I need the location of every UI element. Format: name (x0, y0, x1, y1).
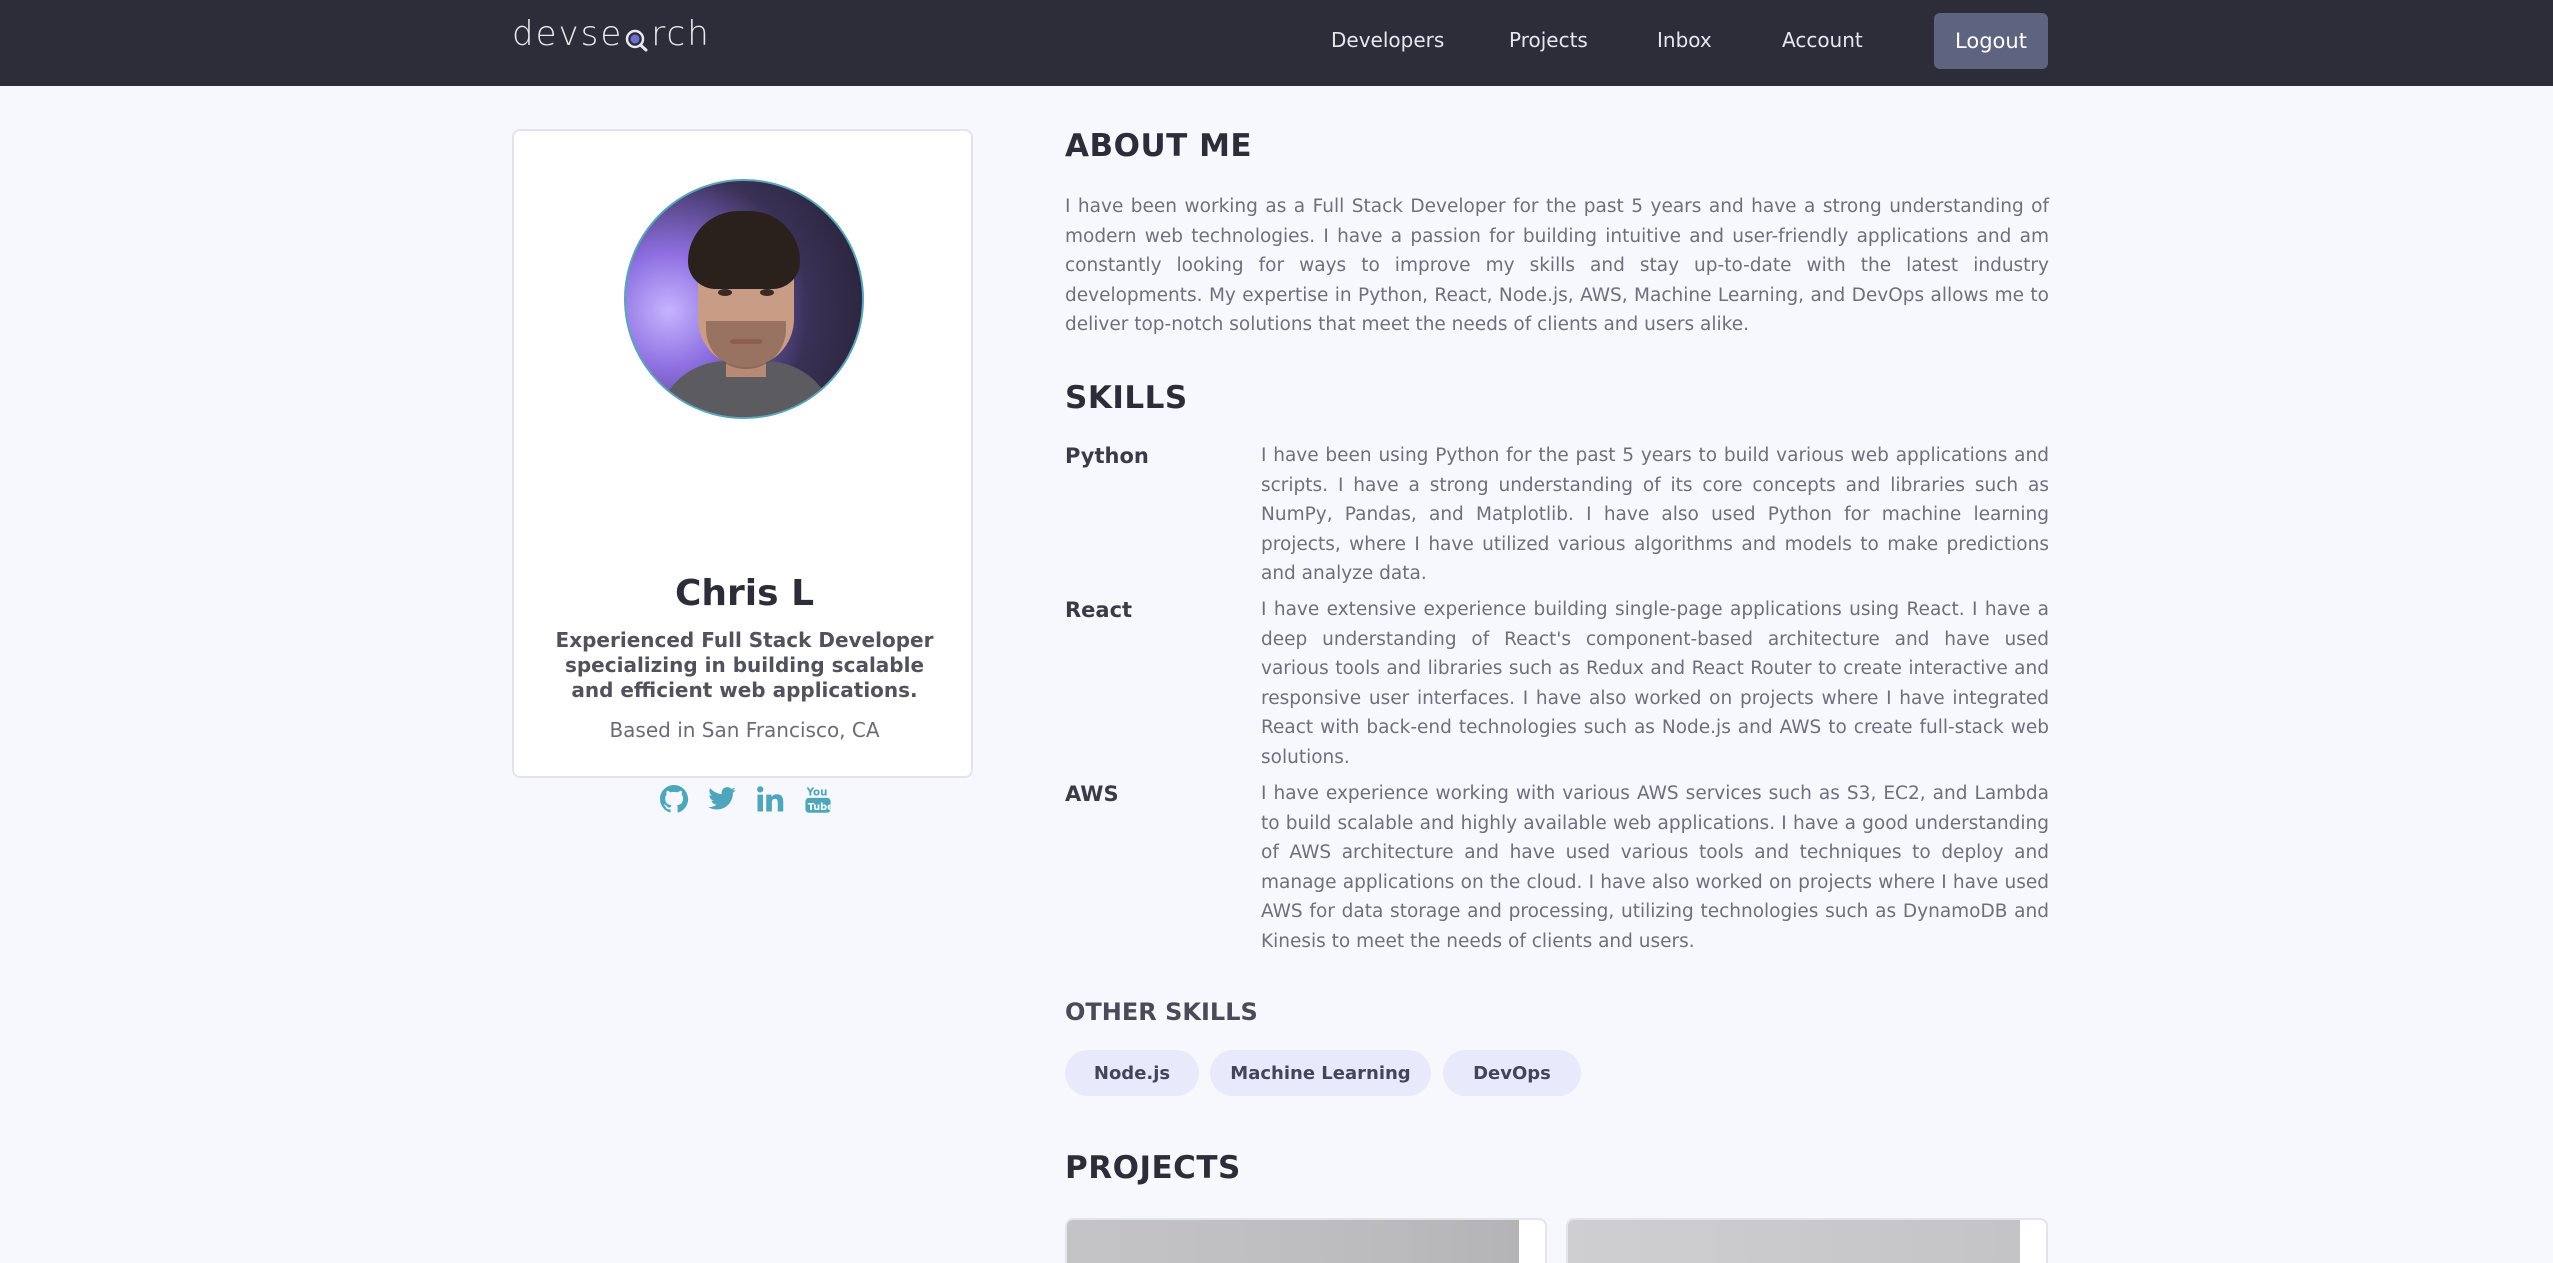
skill-name-aws: AWS (1065, 782, 1119, 806)
top-navbar: devse rch Developers Projects Inbox Acco… (0, 0, 2553, 86)
linkedin-icon[interactable] (753, 782, 787, 816)
nav-developers[interactable]: Developers (1331, 28, 1444, 52)
profile-name: Chris L (674, 573, 815, 614)
tag-nodejs: Node.js (1065, 1050, 1199, 1096)
skill-name-python: Python (1065, 444, 1149, 468)
devsearch-logo[interactable]: devse rch (512, 14, 711, 54)
svg-text:Tube: Tube (808, 802, 832, 813)
skills-title: SKILLS (1065, 380, 1188, 416)
nav-inbox[interactable]: Inbox (1657, 28, 1712, 52)
tag-devops: DevOps (1443, 1050, 1581, 1096)
github-icon[interactable] (657, 782, 691, 816)
magnifier-icon (624, 21, 650, 52)
logo-text-start: devse (512, 14, 624, 54)
tag-machine-learning: Machine Learning (1210, 1050, 1431, 1096)
project-thumbnail (1067, 1220, 1519, 1263)
logo-text-end: rch (651, 14, 711, 54)
social-links: You Tube (657, 782, 835, 816)
avatar (624, 179, 864, 419)
about-title: ABOUT ME (1065, 128, 1253, 164)
profile-card: Chris L Experienced Full Stack Developer… (512, 129, 973, 813)
skill-desc-react: I have extensive experience building sin… (1261, 599, 2049, 768)
nav-projects[interactable]: Projects (1509, 28, 1588, 52)
youtube-icon[interactable]: You Tube (801, 782, 835, 816)
other-skills-title: OTHER SKILLS (1065, 998, 1258, 1026)
profile-tagline: Experienced Full Stack Developer special… (555, 628, 934, 702)
skill-name-react: React (1065, 598, 1133, 622)
project-card[interactable] (1065, 1218, 1547, 1263)
projects-title: PROJECTS (1065, 1150, 1241, 1186)
project-card[interactable] (1566, 1218, 2048, 1263)
profile-location: Based in San Francisco, CA (609, 718, 880, 742)
nav-account[interactable]: Account (1782, 28, 1863, 52)
project-thumbnail (1568, 1220, 2020, 1263)
svg-text:You: You (806, 787, 828, 799)
logout-button[interactable]: Logout (1934, 13, 2048, 69)
about-text: I have been working as a Full Stack Deve… (1065, 196, 2049, 336)
skill-desc-aws: I have experience working with various A… (1261, 783, 2049, 952)
skill-desc-python: I have been using Python for the past 5 … (1261, 445, 2049, 585)
twitter-icon[interactable] (705, 782, 739, 816)
